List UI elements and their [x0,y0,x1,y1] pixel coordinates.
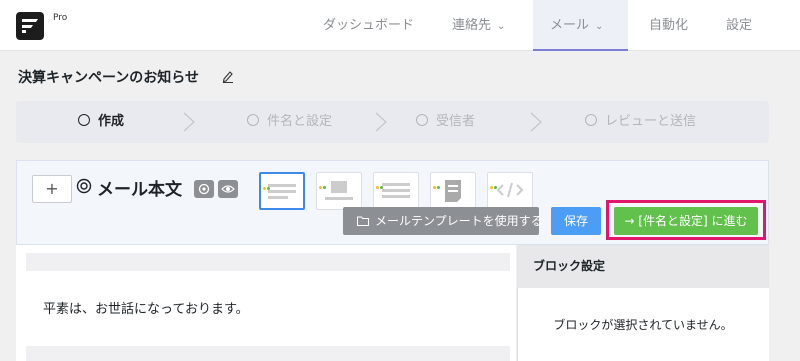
layout-thumbnail[interactable] [373,172,419,210]
brand-logo[interactable] [16,12,44,40]
chevron-down-icon: ⌄ [497,21,506,32]
folder-icon [357,216,369,226]
step-subject-label: 件名と設定 [267,114,333,129]
nav-contacts[interactable]: 連絡先 ⌄ [452,0,505,51]
nav-settings[interactable]: 設定 [726,0,752,51]
window-dots-icon [263,175,275,190]
use-template-label: メールテンプレートを使用する [375,214,543,228]
nav-email-label: メール [550,18,590,33]
layout-thumbnail[interactable] [316,172,362,210]
use-template-button[interactable]: メールテンプレートを使用する [343,207,543,235]
email-body-title: メール本文 [97,180,182,200]
preview-button[interactable] [218,180,238,198]
block-settings-empty-text: ブロックが選択されていません。 [553,318,733,332]
layout-document-icon [445,180,461,202]
layout-thumbnail[interactable] [430,172,476,210]
step-circle-icon [78,114,90,126]
step-compose-label: 作成 [98,114,125,129]
email-body-text[interactable]: 平素は、お世話になっております。 [43,298,249,317]
edit-pencil-icon[interactable] [222,69,234,83]
step-review-send-label: レビューと送信 [605,114,697,129]
block-settings-title: ブロック設定 [517,245,769,288]
settings-button[interactable] [194,180,214,198]
nav-dashboard-label: ダッシュボード [323,18,415,33]
plan-badge: Pro [53,13,68,23]
layout-lines-icon [382,183,410,198]
nav-contacts-label: 連絡先 [452,18,492,33]
eye-icon [221,185,235,193]
step-subject[interactable]: 件名と設定 [247,101,332,143]
step-recipients[interactable]: 受信者 [416,101,475,143]
chevron-down-icon: ⌄ [595,21,604,32]
nav-dashboard[interactable]: ダッシュボード [323,0,414,51]
step-review-send[interactable]: レビューと送信 [585,101,696,143]
chevron-right-icon [183,112,195,132]
nav-automation[interactable]: 自動化 [649,0,688,51]
canvas-block-top [26,253,510,271]
window-dots-icon [319,174,331,189]
page-title: 決算キャンペーンのお知らせ [18,70,200,86]
window-dots-icon [433,174,445,189]
layout-thumbnail[interactable] [487,172,533,210]
nav-automation-label: 自動化 [649,18,689,33]
layout-code-icon [496,182,524,198]
chevron-right-icon [375,112,387,132]
save-button[interactable]: 保存 [551,207,601,235]
step-circle-icon [247,114,259,126]
layout-text-icon [268,184,296,199]
chevron-right-icon [530,112,542,132]
gear-icon [198,183,210,195]
nav-email[interactable]: メール ⌄ [533,0,628,51]
lifebuoy-icon [76,178,92,194]
top-nav: Pro ダッシュボード 連絡先 ⌄ メール ⌄ 自動化 設定 [0,0,800,51]
window-dots-icon [376,174,388,189]
layout-thumbnail[interactable] [259,172,305,210]
add-block-button[interactable]: + [32,175,72,203]
layout-image-icon [325,181,353,200]
nav-settings-label: 設定 [726,18,753,33]
step-compose[interactable]: 作成 [78,101,124,143]
next-step-button[interactable]: → [件名と設定] に進む [614,207,758,235]
step-circle-icon [416,114,428,126]
window-dots-icon [490,174,502,189]
step-circle-icon [585,114,597,126]
step-recipients-label: 受信者 [436,114,476,129]
logo-mark-icon [22,19,38,33]
canvas-block-bottom [26,346,510,361]
